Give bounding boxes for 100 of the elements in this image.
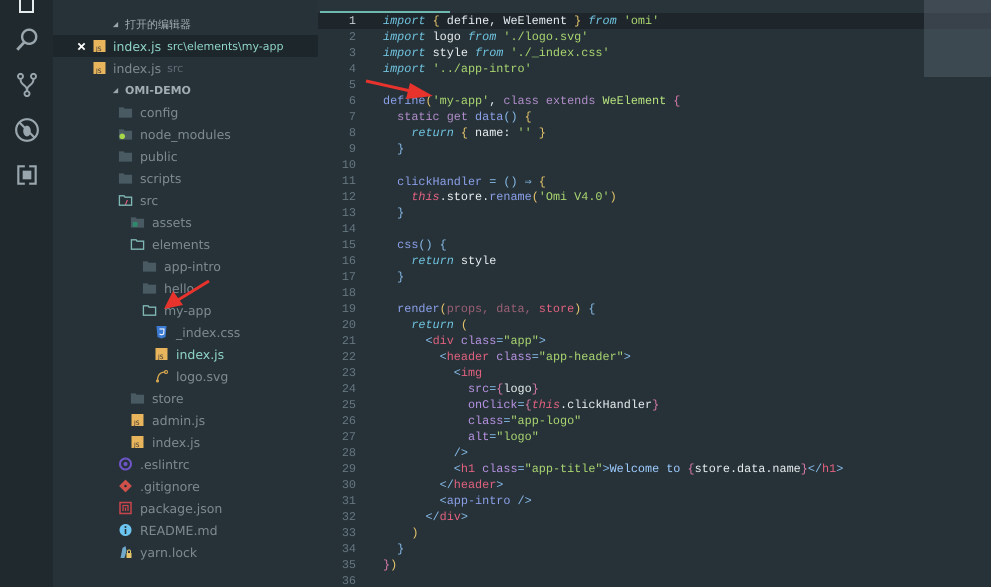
code-line: <app-intro /> <box>438 494 532 508</box>
line-number: 30 <box>340 478 356 492</box>
code-line: import '../app-intro' <box>383 62 532 76</box>
line-number: 2 <box>348 30 356 44</box>
vector-curve-icon <box>154 369 169 383</box>
file-tree-item[interactable]: package.json <box>140 500 222 516</box>
code-line: </header> <box>438 478 504 492</box>
file-tree-item[interactable]: store <box>152 390 184 406</box>
line-number: 36 <box>340 574 356 587</box>
eslint-icon <box>118 457 133 471</box>
folder-icon <box>118 171 133 185</box>
code-line: this.store.rename('Omi V4.0') <box>410 190 617 204</box>
section-title[interactable]: OMI-DEMO <box>125 84 191 96</box>
line-number: 34 <box>340 542 356 556</box>
open-folder-icon <box>130 237 145 251</box>
line-number: 25 <box>340 398 356 412</box>
open-folder-icon <box>142 303 157 317</box>
line-number: 35 <box>340 558 356 572</box>
caret-icon[interactable] <box>112 86 119 94</box>
info-icon <box>118 523 133 537</box>
line-number: 13 <box>340 206 356 220</box>
code-line: render(props, data, store) { <box>396 302 596 316</box>
file-tree-item[interactable]: index.js <box>176 346 224 362</box>
code-line: define('my-app', class extends WeElement { <box>383 94 680 108</box>
file-tree-item[interactable]: .eslintrc <box>140 456 190 472</box>
debug-icon[interactable] <box>14 117 40 143</box>
file-tree-item[interactable]: admin.js <box>152 412 206 428</box>
file-tree-item[interactable]: scripts <box>140 170 182 186</box>
line-number: 14 <box>340 222 356 236</box>
file-tree-item[interactable]: yarn.lock <box>140 544 198 560</box>
code-line: import { define, WeElement } from 'omi' <box>383 14 660 28</box>
line-number: 1 <box>348 14 356 28</box>
file-path: src\elements\my-app <box>167 40 284 52</box>
code-line: }) <box>383 558 398 572</box>
caret-icon[interactable] <box>112 20 119 28</box>
line-number: 7 <box>348 110 356 124</box>
file-tree-item[interactable]: app-intro <box>164 258 221 274</box>
line-number: 19 <box>340 302 356 316</box>
line-number: 20 <box>340 318 356 332</box>
line-number: 31 <box>340 494 356 508</box>
file-tree-item[interactable]: node_modules <box>140 126 231 142</box>
line-number: 27 <box>340 430 356 444</box>
code-line: return { name: '' } <box>410 126 546 140</box>
code-line: } <box>396 542 404 556</box>
line-number: 6 <box>348 94 356 108</box>
file-tree-item[interactable]: logo.svg <box>176 368 228 384</box>
search-icon[interactable] <box>14 27 40 53</box>
css-file-icon <box>154 325 169 339</box>
code-line: class="app-logo" <box>466 414 582 428</box>
folder-icon <box>118 127 133 141</box>
line-number: 10 <box>340 158 356 172</box>
line-number: 23 <box>340 366 356 380</box>
line-number: 4 <box>348 62 356 76</box>
file-tree-item[interactable]: public <box>140 148 178 164</box>
line-number: 33 <box>340 526 356 540</box>
code-line: return style <box>410 254 496 268</box>
file-path: src <box>167 62 184 74</box>
file-tree-item[interactable]: config <box>140 104 178 120</box>
line-number: 32 <box>340 510 356 524</box>
code-line: import logo from './logo.svg' <box>383 30 588 44</box>
folder-icon <box>130 391 145 405</box>
line-number: 17 <box>340 270 356 284</box>
file-tree-item[interactable]: .gitignore <box>140 478 200 494</box>
line-number: 9 <box>348 142 356 156</box>
file-tree-item[interactable]: src <box>140 192 158 208</box>
npm-icon <box>118 501 133 515</box>
file-tree-item[interactable]: index.js <box>152 434 200 450</box>
code-line: /> <box>452 446 468 460</box>
file-tree-item[interactable]: elements <box>152 236 210 252</box>
code-line: import style from './_index.css' <box>383 46 610 60</box>
code-line: } <box>396 270 404 284</box>
code-line: css() { <box>396 238 447 252</box>
code-line: } <box>396 206 404 220</box>
line-number: 26 <box>340 414 356 428</box>
code-line: ) <box>410 526 418 540</box>
open-folder-icon <box>118 193 133 207</box>
line-number: 18 <box>340 286 356 300</box>
code-line: } <box>396 142 404 156</box>
file-tree-item[interactable]: README.md <box>140 522 218 538</box>
line-number: 29 <box>340 462 356 476</box>
line-number: 16 <box>340 254 356 268</box>
yarn-lock-icon <box>118 545 133 559</box>
file-name: index.js <box>113 60 162 76</box>
folder-icon <box>142 281 157 295</box>
line-number: 22 <box>340 350 356 364</box>
folder-icon <box>130 215 145 229</box>
code-line: <h1 class="app-title">Welcome to {store.data.name}</h1> <box>452 462 844 476</box>
folder-icon <box>118 105 133 119</box>
section-title[interactable]: 打开的编辑器 <box>125 16 191 32</box>
code-line: </div> <box>424 510 468 524</box>
close-icon[interactable] <box>77 42 86 50</box>
file-name: index.js <box>113 38 162 54</box>
line-number: 11 <box>340 174 356 188</box>
annotation-arrow <box>164 280 210 309</box>
code-line: static get data() { <box>396 110 532 124</box>
file-tree-item[interactable]: _index.css <box>176 324 240 340</box>
line-number: 21 <box>340 334 356 348</box>
code-line: <img <box>452 366 482 380</box>
file-tree-item[interactable]: my-app <box>164 302 212 318</box>
file-tree-item[interactable]: assets <box>152 214 192 230</box>
